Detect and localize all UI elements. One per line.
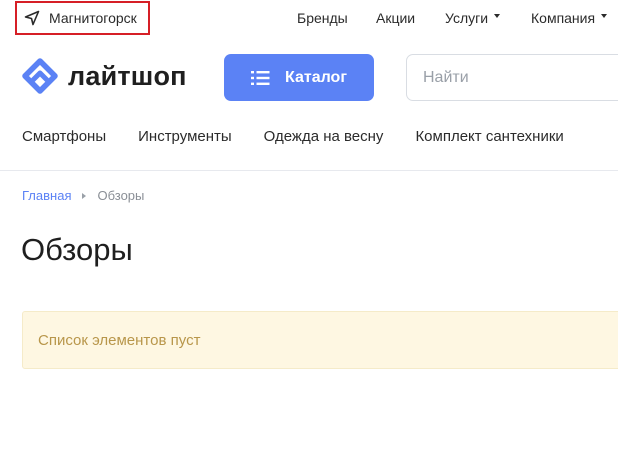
breadcrumb: Главная Обзоры [22, 188, 144, 203]
empty-list-notice: Список элементов пуст [22, 311, 618, 369]
breadcrumb-separator-icon [82, 192, 87, 199]
search-box[interactable] [406, 54, 618, 101]
topnav-item-services[interactable]: Услуги [445, 0, 501, 36]
header-divider [0, 170, 618, 171]
topnav-item-brands[interactable]: Бренды [297, 0, 348, 36]
logo-text: лайтшоп [68, 60, 187, 91]
topnav-item-promotions[interactable]: Акции [376, 0, 415, 36]
topnav-label: Компания [531, 10, 596, 26]
topnav-label: Бренды [297, 10, 348, 26]
breadcrumb-home-link[interactable]: Главная [22, 188, 71, 203]
top-bar: Магнитогорск Бренды Акции Услуги Компани… [0, 0, 618, 38]
category-item-plumbing-set[interactable]: Комплект сантехники [415, 128, 563, 145]
category-item-tools[interactable]: Инструменты [138, 128, 232, 145]
topnav-item-company[interactable]: Компания [531, 0, 608, 36]
catalog-button[interactable]: Каталог [224, 54, 374, 101]
search-input[interactable] [421, 67, 618, 88]
site-logo[interactable]: лайтшоп [22, 56, 187, 96]
city-selector[interactable]: Магнитогорск [15, 1, 150, 35]
list-icon [251, 70, 271, 85]
topnav-label: Услуги [445, 10, 489, 26]
topnav-label: Акции [376, 10, 416, 26]
category-item-spring-clothing[interactable]: Одежда на весну [264, 128, 384, 145]
logo-mark-icon [22, 58, 58, 94]
caret-down-icon [601, 14, 608, 18]
empty-list-message: Список элементов пуст [38, 331, 201, 349]
category-item-smartphones[interactable]: Смартфоны [22, 128, 106, 145]
breadcrumb-current: Обзоры [97, 188, 145, 203]
page-title: Обзоры [21, 232, 133, 267]
city-name: Магнитогорск [49, 10, 137, 26]
navigation-arrow-icon [23, 9, 41, 27]
category-menu: Смартфоны Инструменты Одежда на весну Ко… [22, 128, 596, 145]
caret-down-icon [494, 14, 501, 18]
catalog-button-label: Каталог [285, 68, 347, 86]
